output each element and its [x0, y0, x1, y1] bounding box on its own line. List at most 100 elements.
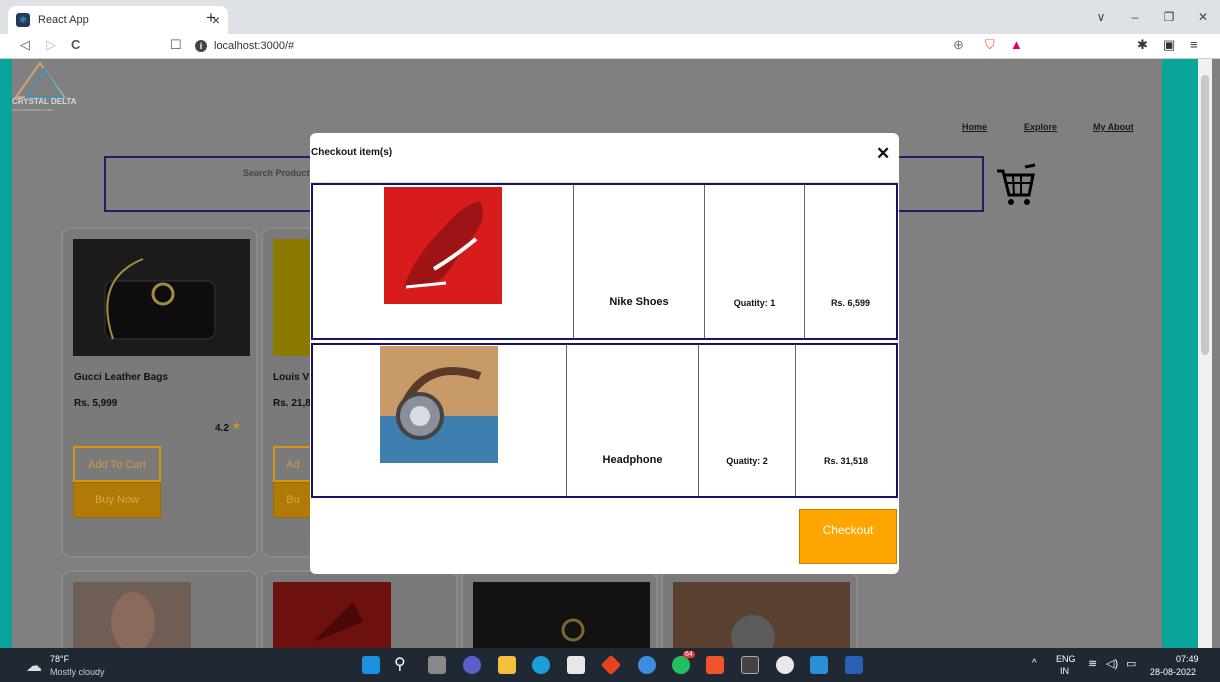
url-field[interactable]: i localhost:3000/# [165, 36, 1035, 56]
whatsapp-icon[interactable] [672, 656, 690, 674]
close-icon[interactable]: ✕ [876, 144, 890, 164]
git-icon[interactable] [600, 654, 622, 676]
extensions-icon[interactable]: ✱ [1137, 37, 1148, 53]
product-image [473, 582, 650, 648]
checkout-item-row: Headphone Quatity: 2 Rs. 31,518 [311, 343, 898, 498]
brave-shield-icon[interactable]: ⛉ [985, 37, 995, 53]
item-price: Rs. 6,599 [830, 298, 871, 308]
clock-date[interactable]: 28-08-2022 [1150, 667, 1196, 677]
crystal-delta-logo [14, 61, 66, 98]
page-scrollbar[interactable] [1198, 59, 1212, 648]
battery-icon[interactable]: ▭ [1126, 657, 1136, 670]
buy-now-button[interactable]: Bu [273, 482, 313, 518]
product-image [73, 239, 250, 356]
chrome-icon[interactable] [638, 656, 656, 674]
item-image-cell [313, 345, 567, 496]
back-button[interactable]: ◁ [20, 37, 30, 53]
new-tab-button[interactable]: + [206, 8, 216, 28]
checkout-modal: Checkout item(s) ✕ Nike Shoes Quatity: 1… [310, 133, 899, 574]
nav-home-link[interactable]: Home [962, 122, 987, 132]
clock-time[interactable]: 07:49 [1176, 654, 1199, 664]
add-to-cart-button[interactable]: Ad [273, 446, 313, 482]
wifi-icon[interactable]: ≋ [1088, 657, 1097, 670]
headphone-image [380, 346, 498, 463]
brave-rewards-icon[interactable]: ▲ [1010, 37, 1023, 52]
item-price-cell: Rs. 6,599 [805, 185, 896, 338]
item-quantity-cell: Quatity: 2 [699, 345, 796, 496]
weather-desc[interactable]: Mostly cloudy [50, 667, 105, 677]
menu-icon[interactable]: ≡ [1190, 37, 1198, 52]
product-image [73, 582, 191, 648]
task-view-icon[interactable] [428, 656, 446, 674]
item-quantity-cell: Quatity: 1 [705, 185, 805, 338]
file-explorer-icon[interactable] [498, 656, 516, 674]
edge-icon[interactable] [532, 656, 550, 674]
react-favicon-icon: ⚛ [16, 13, 30, 27]
language-top[interactable]: ENG [1056, 654, 1076, 664]
item-price-cell: Rs. 31,518 [796, 345, 896, 496]
nav-about-link[interactable]: My About [1093, 122, 1134, 132]
restore-button[interactable]: ❐ [1152, 10, 1186, 24]
tab-search-icon[interactable]: ∨ [1084, 10, 1118, 24]
tab-title: React App [38, 14, 89, 26]
app-icon[interactable] [776, 656, 794, 674]
add-to-cart-button[interactable]: Add To Cart [73, 446, 161, 482]
reload-button[interactable]: C [71, 37, 80, 52]
nike-shoe-image [384, 187, 502, 304]
url-text: localhost:3000/# [214, 40, 295, 52]
vscode-icon[interactable] [810, 656, 828, 674]
star-icon: ★ [232, 421, 241, 432]
item-name: Headphone [602, 454, 663, 466]
zoom-icon[interactable]: ⊕ [953, 37, 964, 53]
modal-title: Checkout item(s) [311, 147, 393, 158]
product-image [273, 239, 313, 356]
site-info-icon[interactable]: i [195, 40, 207, 52]
forward-button[interactable]: ▷ [46, 37, 56, 53]
start-icon[interactable] [362, 656, 380, 674]
volume-icon[interactable]: ◁) [1106, 657, 1118, 670]
weather-temp[interactable]: 78°F [50, 654, 69, 664]
word-icon[interactable] [845, 656, 863, 674]
weather-icon[interactable]: ☁ [26, 656, 42, 676]
nav-explore-link[interactable]: Explore [1024, 122, 1057, 132]
notification-badge: 64 [683, 651, 695, 658]
right-accent-bar [1162, 59, 1198, 648]
item-name-cell: Nike Shoes [574, 185, 705, 338]
item-quantity: Quatity: 1 [733, 298, 776, 308]
chat-icon[interactable] [463, 656, 481, 674]
left-accent-bar [0, 59, 12, 648]
product-image [673, 582, 850, 648]
minimize-button[interactable]: – [1118, 10, 1152, 24]
item-image-cell [313, 185, 574, 338]
browser-tab[interactable]: ⚛ React App × [8, 6, 228, 34]
search-icon[interactable]: ⚲ [394, 654, 406, 674]
taskbar: ☁ 78°F Mostly cloudy ⚲ 64 ^ ENG IN ≋ ◁) … [0, 648, 1220, 682]
store-icon[interactable] [567, 656, 585, 674]
logo-text: CRYSTAL DELTA [12, 97, 77, 106]
product-price: Rs. 5,999 [74, 398, 118, 409]
language-bottom[interactable]: IN [1060, 666, 1069, 676]
buy-now-button[interactable]: Buy Now [73, 482, 161, 518]
scrollbar-thumb[interactable] [1201, 75, 1209, 355]
terminal-icon[interactable] [741, 656, 759, 674]
close-window-button[interactable]: ✕ [1186, 10, 1220, 24]
browser-tab-bar: ⚛ React App × + ∨ – ❐ ✕ [0, 0, 1220, 34]
item-price: Rs. 31,518 [823, 456, 869, 466]
brave-icon[interactable] [706, 656, 724, 674]
product-image [273, 582, 391, 648]
item-name: Nike Shoes [609, 296, 669, 308]
product-price: Rs. 21,8 [273, 398, 311, 409]
product-name: Louis V [273, 372, 310, 383]
product-rating: 4.2 [215, 423, 229, 434]
checkout-item-row: Nike Shoes Quatity: 1 Rs. 6,599 [311, 183, 898, 340]
chevron-up-icon[interactable]: ^ [1032, 658, 1037, 669]
item-quantity: Quatity: 2 [726, 456, 768, 466]
window-controls: ∨ – ❐ ✕ [1084, 0, 1220, 34]
logo-subtext: SOLUTIONS DESIGN STUDIO [12, 108, 54, 112]
item-name-cell: Headphone [567, 345, 699, 496]
product-name: Gucci Leather Bags [74, 372, 168, 383]
checkout-button[interactable]: Checkout [799, 509, 897, 564]
cart-icon[interactable] [995, 163, 1037, 207]
search-placeholder: Search Product [243, 168, 310, 178]
wallet-icon[interactable]: ▣ [1163, 37, 1175, 53]
